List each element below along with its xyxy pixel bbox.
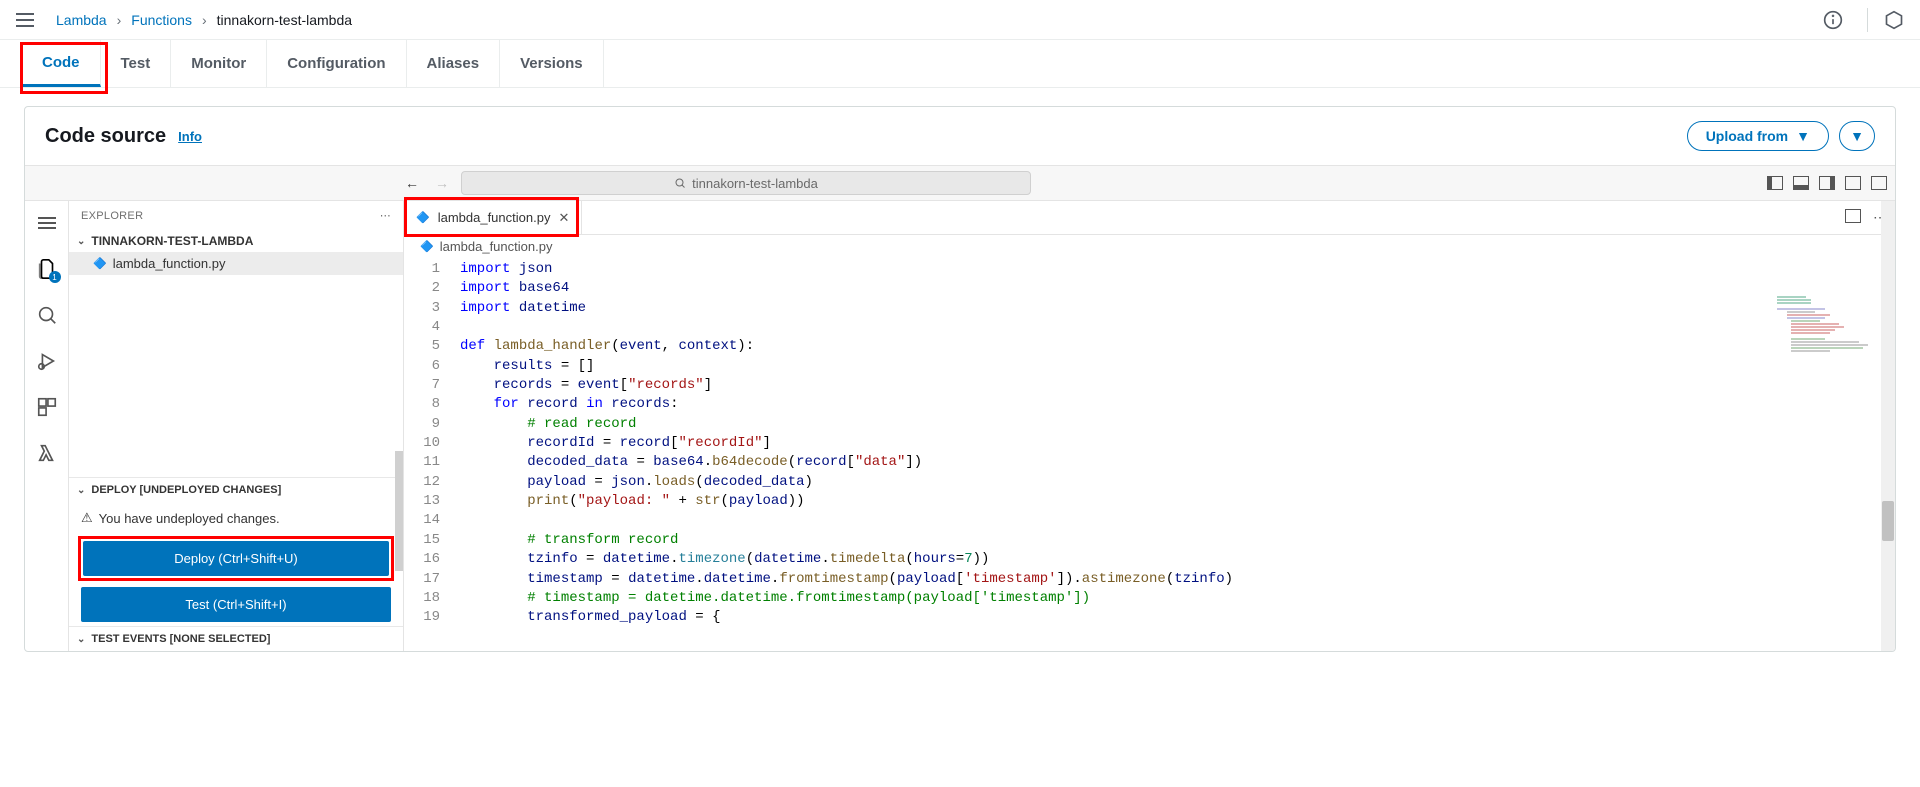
- search-icon: [674, 177, 686, 189]
- layout-fullscreen-icon[interactable]: [1871, 176, 1887, 190]
- tab-code[interactable]: Code: [22, 40, 101, 87]
- search-text: tinnakorn-test-lambda: [692, 176, 818, 191]
- layout-panel-right-icon[interactable]: [1819, 176, 1835, 190]
- divider: [1867, 8, 1868, 32]
- chevron-down-icon: ⌄: [77, 236, 85, 247]
- chevron-right-icon: ›: [117, 12, 122, 28]
- activity-debug-icon[interactable]: [35, 349, 59, 373]
- breadcrumb-functions[interactable]: Functions: [131, 12, 192, 28]
- python-icon: 🔷: [420, 240, 434, 253]
- crumb-file[interactable]: lambda_function.py: [440, 239, 553, 254]
- activity-extensions-icon[interactable]: [35, 395, 59, 419]
- line-gutter: 12345678910111213141516171819: [404, 258, 452, 651]
- nav-forward-icon: →: [435, 175, 449, 191]
- warning-icon: ⚠: [81, 510, 93, 526]
- code-editor[interactable]: 12345678910111213141516171819 import jso…: [404, 258, 1895, 651]
- chevron-down-icon: ⌄: [77, 485, 85, 496]
- scrollbar-vertical[interactable]: [1881, 201, 1895, 651]
- explorer-label: EXPLORER: [81, 210, 143, 222]
- badge-count: 1: [49, 271, 61, 283]
- upload-from-button[interactable]: Upload from ▼: [1687, 121, 1829, 151]
- editor-area: 🔷 lambda_function.py ✕ ⋯ 🔷 lambda_functi…: [404, 201, 1895, 651]
- test-events-header[interactable]: ⌄ TEST EVENTS [NONE SELECTED]: [69, 626, 403, 651]
- tab-monitor[interactable]: Monitor: [171, 40, 267, 87]
- file-name: lambda_function.py: [113, 256, 226, 271]
- code-source-card: Code source Info Upload from ▼ ▼ ← → tin…: [24, 106, 1896, 652]
- tab-versions[interactable]: Versions: [500, 40, 604, 87]
- caret-down-icon: ▼: [1796, 128, 1810, 144]
- deploy-section: ⌄ DEPLOY [UNDEPLOYED CHANGES] ⚠ You have…: [69, 477, 403, 651]
- breadcrumb: Lambda › Functions › tinnakorn-test-lamb…: [56, 12, 352, 28]
- tabs-bar: Code Test Monitor Configuration Aliases …: [0, 40, 1920, 88]
- deploy-header-label: DEPLOY [UNDEPLOYED CHANGES]: [91, 484, 281, 496]
- side-panel: EXPLORER ⋯ ⌄ TINNAKORN-TEST-LAMBDA 🔷 lam…: [69, 201, 404, 651]
- tab-configuration[interactable]: Configuration: [267, 40, 406, 87]
- breadcrumb-current: tinnakorn-test-lambda: [217, 12, 352, 28]
- scrollbar-thumb[interactable]: [395, 451, 403, 571]
- breadcrumb-lambda[interactable]: Lambda: [56, 12, 107, 28]
- project-name: TINNAKORN-TEST-LAMBDA: [91, 234, 253, 248]
- layout-grid-icon[interactable]: [1845, 176, 1861, 190]
- hexagon-icon[interactable]: [1884, 10, 1904, 30]
- test-events-label: TEST EVENTS [NONE SELECTED]: [91, 633, 270, 645]
- minimap[interactable]: [1775, 294, 1875, 374]
- activity-menu-icon[interactable]: [35, 211, 59, 235]
- chevron-down-icon: ⌄: [77, 634, 85, 645]
- layout-panel-bottom-icon[interactable]: [1793, 176, 1809, 190]
- top-bar: Lambda › Functions › tinnakorn-test-lamb…: [0, 0, 1920, 40]
- ide-search[interactable]: tinnakorn-test-lambda: [461, 171, 1031, 195]
- upload-from-label: Upload from: [1706, 128, 1788, 144]
- python-icon: 🔷: [93, 257, 107, 270]
- deploy-header[interactable]: ⌄ DEPLOY [UNDEPLOYED CHANGES]: [69, 478, 403, 502]
- activity-search-icon[interactable]: [35, 303, 59, 327]
- layout-panel-left-icon[interactable]: [1767, 176, 1783, 190]
- ide-toolbar: ← → tinnakorn-test-lambda: [25, 165, 1895, 201]
- caret-down-icon: ▼: [1850, 128, 1864, 144]
- info-icon[interactable]: [1823, 10, 1843, 30]
- highlight-annotation: Deploy (Ctrl+Shift+U): [78, 536, 394, 581]
- code-content[interactable]: import jsonimport base64import datetime …: [452, 258, 1895, 651]
- activity-lambda-icon[interactable]: [35, 441, 59, 465]
- menu-icon[interactable]: [16, 8, 40, 32]
- ide-body: 1 EXPLORER ⋯ ⌄ TINNAKORN-TEST-LAMBDA 🔷: [25, 201, 1895, 651]
- tab-test[interactable]: Test: [101, 40, 172, 87]
- dropdown-button[interactable]: ▼: [1839, 121, 1875, 151]
- more-icon[interactable]: ⋯: [380, 209, 391, 222]
- deploy-message: ⚠ You have undeployed changes.: [69, 502, 403, 534]
- editor-breadcrumb: 🔷 lambda_function.py: [404, 235, 1895, 258]
- info-link[interactable]: Info: [178, 129, 202, 144]
- deploy-message-text: You have undeployed changes.: [99, 511, 280, 526]
- chevron-right-icon: ›: [202, 12, 207, 28]
- file-lambda-function[interactable]: 🔷 lambda_function.py: [69, 252, 403, 275]
- tab-aliases[interactable]: Aliases: [407, 40, 501, 87]
- scrollbar-thumb[interactable]: [1882, 501, 1894, 541]
- card-title: Code source: [45, 125, 166, 148]
- nav-back-icon[interactable]: ←: [405, 175, 419, 191]
- project-root[interactable]: ⌄ TINNAKORN-TEST-LAMBDA: [69, 230, 403, 252]
- test-button[interactable]: Test (Ctrl+Shift+I): [81, 587, 391, 622]
- activity-explorer-icon[interactable]: 1: [35, 257, 59, 281]
- split-editor-icon[interactable]: [1845, 209, 1861, 223]
- editor-tabs: 🔷 lambda_function.py ✕ ⋯: [404, 201, 1895, 235]
- activity-bar: 1: [25, 201, 69, 651]
- deploy-button[interactable]: Deploy (Ctrl+Shift+U): [83, 541, 389, 576]
- highlight-annotation: [404, 197, 579, 237]
